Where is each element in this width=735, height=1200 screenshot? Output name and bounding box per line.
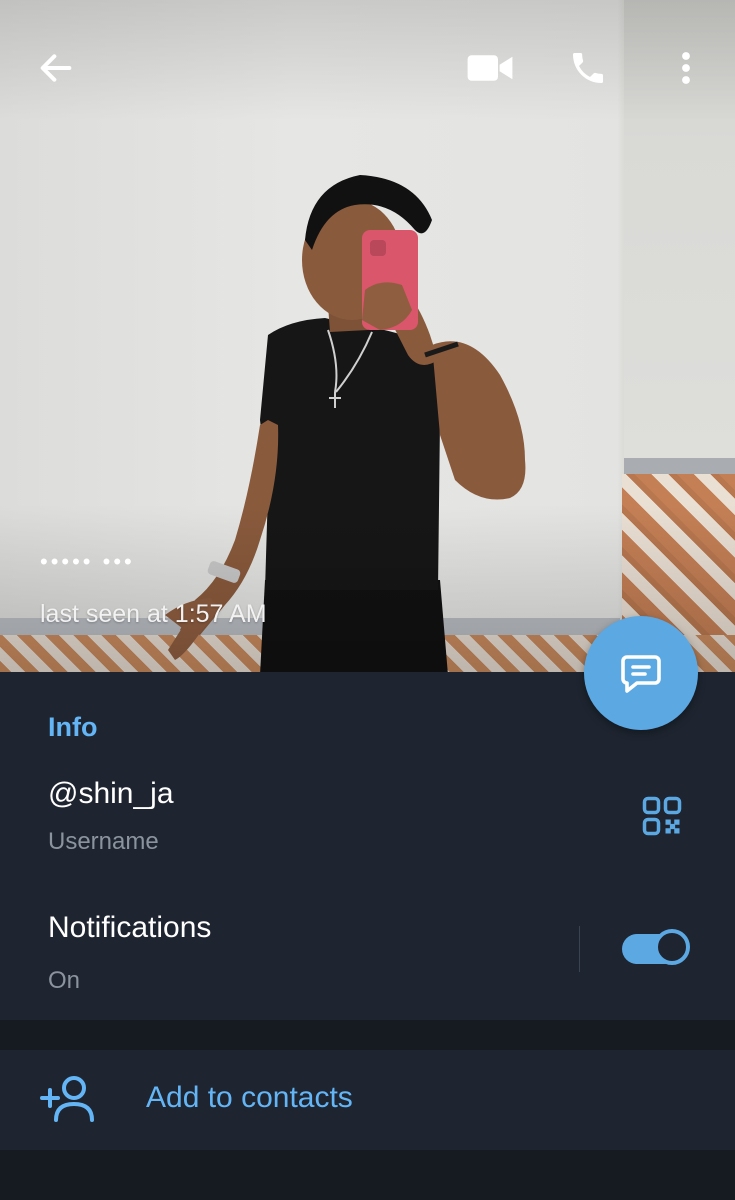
- username-label: Username: [48, 828, 159, 855]
- video-call-button[interactable]: [462, 40, 518, 96]
- bottom-background: [0, 1150, 735, 1200]
- section-title-info: Info: [48, 712, 98, 742]
- add-to-contacts-label: Add to contacts: [146, 1081, 353, 1114]
- message-icon: [621, 655, 661, 693]
- section-gap: [0, 1020, 735, 1050]
- notifications-label: Notifications: [48, 911, 212, 944]
- profile-name: ••••• •••: [40, 549, 135, 574]
- phone-icon: [573, 53, 603, 83]
- arrow-left-icon: [40, 54, 72, 82]
- last-seen-status: last seen at 1:57 AM: [40, 600, 267, 628]
- back-button[interactable]: [28, 40, 84, 96]
- qr-code-icon: [642, 796, 682, 836]
- notifications-state: On: [48, 967, 81, 994]
- message-button[interactable]: [584, 616, 698, 730]
- add-to-contacts-row[interactable]: [0, 1050, 735, 1150]
- more-options-button[interactable]: [658, 40, 714, 96]
- notifications-toggle-knob: [654, 929, 690, 965]
- username-value[interactable]: @shin_ja: [48, 776, 174, 812]
- notifications-divider: [579, 926, 580, 972]
- qr-code-button[interactable]: [632, 786, 692, 846]
- more-vertical-icon: [682, 52, 690, 84]
- add-user-icon: [40, 1076, 94, 1122]
- voice-call-button[interactable]: [560, 40, 616, 96]
- video-camera-icon: [467, 55, 513, 81]
